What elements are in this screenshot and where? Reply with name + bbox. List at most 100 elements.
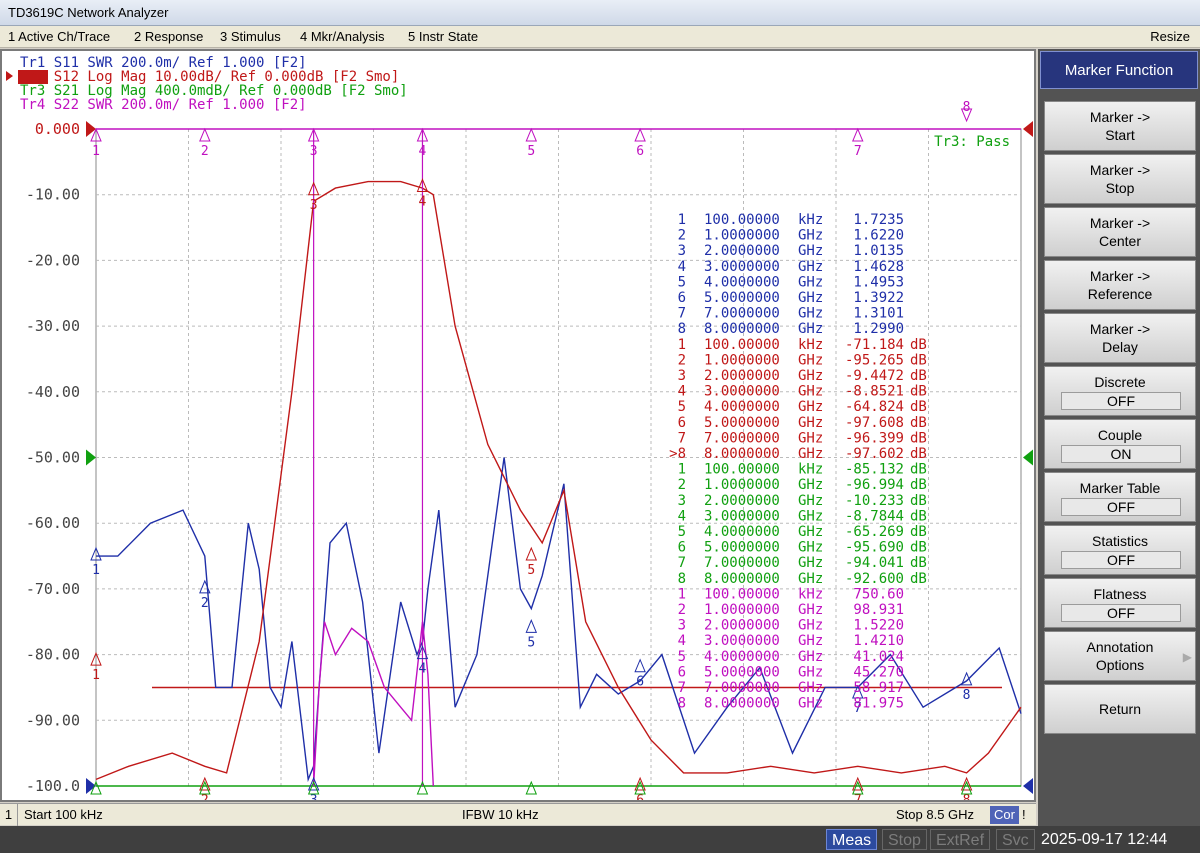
marker-table-value-unit: dB [910, 446, 927, 462]
marker-number-label: 5 [527, 563, 535, 578]
statistics-toggle[interactable]: Statistics OFF [1044, 525, 1196, 575]
start-frequency[interactable]: Start 100 kHz [24, 804, 103, 826]
marker-table-unit: GHz [798, 228, 823, 244]
marker-table-frequency: 100.00000 [704, 586, 780, 602]
marker-table-number: 7 [678, 430, 686, 446]
softkey-label: Start [1105, 127, 1135, 143]
marker-triangle-icon [852, 127, 864, 142]
softkey-label: Marker -> [1089, 268, 1151, 284]
marker-table-unit: GHz [798, 680, 823, 696]
marker-table-number: 3 [678, 243, 686, 259]
trace-header-line-tr4: Tr4 S22 SWR 200.0m/ Ref 1.000 [F2] [20, 97, 307, 113]
marker-triangle-icon [199, 127, 211, 142]
softkey-panel: Marker Function Marker -> Start Marker -… [1038, 49, 1200, 826]
marker-table-unit: GHz [798, 664, 823, 680]
marker-table-value-unit: dB [910, 399, 927, 415]
menu-mkr-analysis[interactable]: 4 Mkr/Analysis [298, 26, 387, 48]
discrete-toggle[interactable]: Discrete OFF [1044, 366, 1196, 416]
menu-response[interactable]: 2 Response [132, 26, 205, 48]
marker-table-value: 81.975 [853, 696, 904, 712]
marker-table-unit: GHz [798, 321, 823, 337]
annotation-options-button[interactable]: Annotation Options ▶ [1044, 631, 1196, 681]
submenu-arrow-icon: ▶ [1182, 650, 1192, 664]
marker-table-unit: GHz [798, 415, 823, 431]
marker-to-start-button[interactable]: Marker -> Start [1044, 101, 1196, 151]
marker-number-label: 3 [310, 198, 318, 213]
marker-table-frequency: 5.0000000 [704, 540, 780, 556]
statistics-state: OFF [1061, 551, 1181, 569]
marker-table-unit: GHz [798, 524, 823, 540]
marker-table-number: 4 [678, 384, 686, 400]
softkey-label: Reference [1087, 286, 1153, 302]
marker-table-value-unit: dB [910, 493, 927, 509]
marker-triangle-icon [525, 127, 538, 142]
softkey-label: Flatness [1093, 586, 1147, 602]
marker-table-unit: kHz [798, 586, 823, 602]
marker-table-toggle[interactable]: Marker Table OFF [1044, 472, 1196, 522]
marker-table-frequency: 7.0000000 [704, 430, 780, 446]
flatness-toggle[interactable]: Flatness OFF [1044, 578, 1196, 628]
marker-table-value: 41.024 [853, 649, 904, 665]
marker-table-value: -96.994 [845, 477, 904, 493]
marker-number-label: 3 [310, 144, 318, 159]
marker-table-value: -71.184 [845, 337, 904, 353]
marker-number-label: 8 [963, 688, 971, 703]
marker-to-stop-button[interactable]: Marker -> Stop [1044, 154, 1196, 204]
softkey-label: Couple [1097, 427, 1143, 443]
date-time: 2025-09-17 12:44 [1041, 831, 1168, 848]
marker-table-unit: GHz [798, 633, 823, 649]
softkey-label: Return [1098, 701, 1142, 717]
softkey-label: Marker -> [1089, 321, 1151, 337]
resize-button[interactable]: Resize [1148, 26, 1192, 48]
couple-state: ON [1061, 445, 1181, 463]
y-axis-tick-label: -40.00 [26, 383, 80, 401]
marker-table-frequency: 8.0000000 [704, 321, 780, 337]
menu-instr-state[interactable]: 5 Instr State [406, 26, 480, 48]
menu-stimulus[interactable]: 3 Stimulus [218, 26, 283, 48]
softkey-menu-title: Marker Function [1040, 51, 1198, 89]
trace-header: Tr1 S11 SWR 200.0m/ Ref 1.000 [F2]Tr2 S1… [6, 55, 408, 113]
return-button[interactable]: Return [1044, 684, 1196, 734]
couple-toggle[interactable]: Couple ON [1044, 419, 1196, 469]
marker-table-unit: GHz [798, 555, 823, 571]
marker-to-center-button[interactable]: Marker -> Center [1044, 207, 1196, 257]
marker-table-unit: GHz [798, 368, 823, 384]
svc-indicator: Svc [996, 829, 1035, 850]
marker-to-reference-button[interactable]: Marker -> Reference [1044, 260, 1196, 310]
marker-table-frequency: 8.0000000 [704, 446, 780, 462]
y-axis-tick-label: -30.00 [26, 317, 80, 335]
marker-number-label: 1 [92, 144, 100, 159]
menu-active-ch-trace[interactable]: 1 Active Ch/Trace [6, 26, 112, 48]
marker-table-unit: GHz [798, 477, 823, 493]
marker-table-frequency: 4.0000000 [704, 274, 780, 290]
marker-table-frequency: 5.0000000 [704, 664, 780, 680]
marker-table-frequency: 3.0000000 [704, 259, 780, 275]
marker-number-label: 1 [92, 668, 100, 683]
stop-frequency[interactable]: Stop 8.5 GHz [896, 804, 974, 826]
channel-number[interactable]: 1 [0, 804, 18, 826]
y-axis-tick-label: -90.00 [26, 711, 80, 729]
stop-indicator: Stop [882, 829, 927, 850]
marker-table-unit: GHz [798, 306, 823, 322]
marker-table-value: 1.6220 [853, 228, 904, 244]
marker-table-unit: GHz [798, 446, 823, 462]
marker-table-value-unit: dB [910, 415, 927, 431]
ifbw-setting[interactable]: IFBW 10 kHz [462, 804, 539, 826]
trace-plot-area[interactable]: 0.000 -10.00 -20.00 -30.00 -40.00 -50.00 -60.0… [0, 49, 1036, 802]
marker-table-value-unit: dB [910, 555, 927, 571]
marker-table-frequency: 7.0000000 [704, 680, 780, 696]
marker-table-value-unit: dB [910, 462, 927, 478]
marker-to-delay-button[interactable]: Marker -> Delay [1044, 313, 1196, 363]
marker-table-frequency: 8.0000000 [704, 571, 780, 587]
marker-number-label: 4 [419, 194, 427, 209]
marker-table-frequency: 2.0000000 [704, 368, 780, 384]
ref-pointer-icon [1023, 449, 1033, 466]
softkey-label: Stop [1105, 180, 1135, 196]
marker-table-value: 1.3922 [853, 290, 904, 306]
marker-table-frequency: 1.0000000 [704, 602, 780, 618]
marker-triangle-icon [852, 776, 864, 791]
marker-table-value: -9.4472 [845, 368, 904, 384]
correction-badge: Cor [990, 806, 1019, 824]
marker-table-value: 1.4953 [853, 274, 904, 290]
y-axis-tick-label: -100.0 [26, 777, 80, 795]
